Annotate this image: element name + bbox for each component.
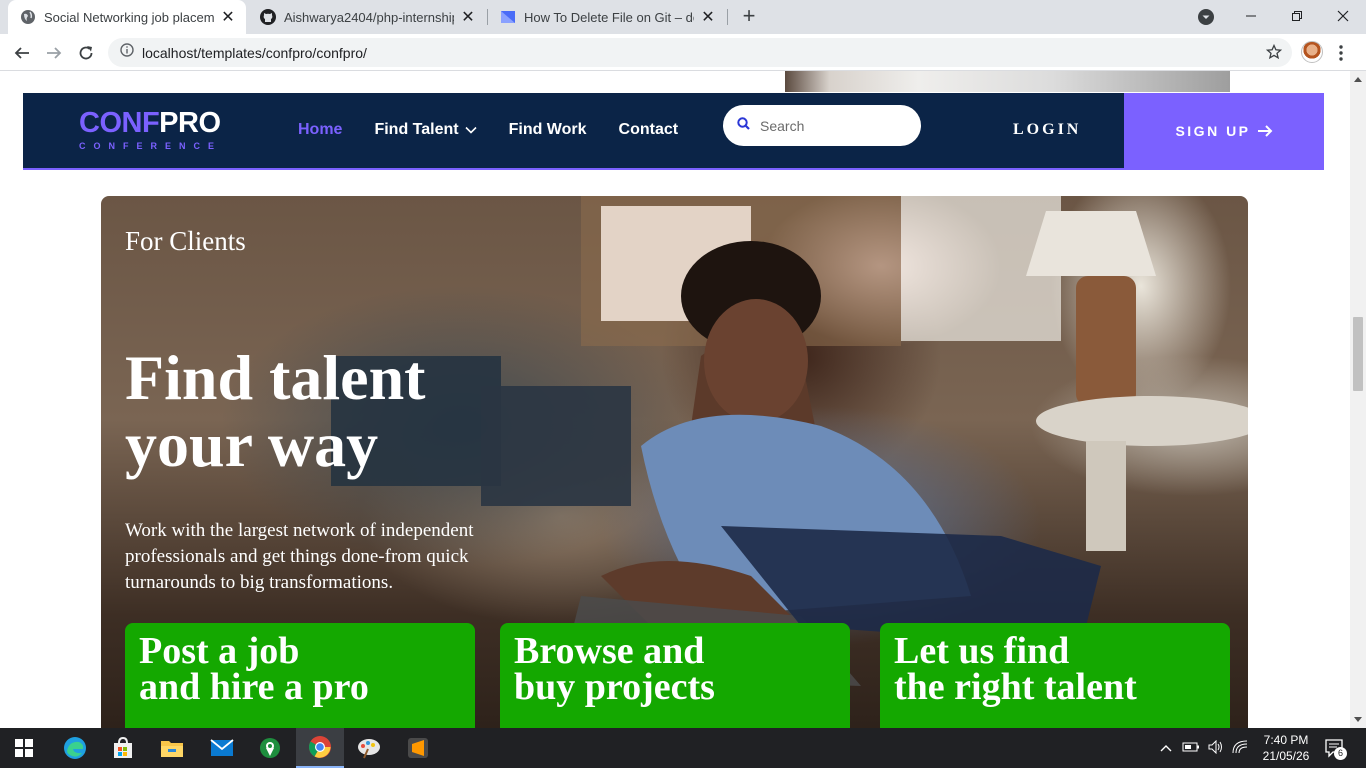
close-tab-icon[interactable]: ✕: [700, 9, 716, 26]
nav-find-talent[interactable]: Find Talent: [374, 121, 477, 139]
site-header: CONFPRO CONFERENCE Home Find Talent Find…: [23, 93, 1324, 170]
tab-title: Aishwarya2404/php-internship: [284, 9, 454, 25]
nav-find-work-label: Find Work: [508, 121, 587, 138]
edge-icon[interactable]: [51, 728, 99, 768]
hero-eyebrow: For Clients: [125, 226, 246, 256]
sublime-text-icon[interactable]: [394, 728, 442, 768]
volume-icon[interactable]: [1208, 739, 1224, 757]
tab-title: How To Delete File on Git – devc: [524, 9, 694, 25]
scroll-up-arrow-icon[interactable]: [1350, 71, 1366, 87]
logo-part1: CONF: [79, 107, 160, 139]
clock-time: 7:40 PM: [1263, 733, 1309, 747]
card-title-line2: the right talent: [894, 666, 1137, 708]
card-title-line1: Let us find: [894, 630, 1070, 672]
system-tray: [1160, 728, 1248, 768]
hero-title-line2: your way: [125, 409, 379, 480]
file-explorer-icon[interactable]: [148, 728, 196, 768]
signup-label: SIGN UP: [1175, 122, 1251, 139]
site-logo[interactable]: CONFPRO CONFERENCE: [79, 107, 223, 152]
tab-github[interactable]: Aishwarya2404/php-internship ✕: [248, 0, 486, 34]
tab-devconnected[interactable]: How To Delete File on Git – devc ✕: [488, 0, 726, 34]
login-link[interactable]: LOGIN: [1013, 121, 1081, 139]
card-title-line2: and hire a pro: [139, 666, 369, 708]
close-tab-icon[interactable]: ✕: [460, 9, 476, 26]
top-section-image: [785, 71, 1230, 92]
system-clock[interactable]: 7:40 PM 21/05/26: [1256, 732, 1316, 764]
profile-avatar[interactable]: [1301, 41, 1323, 63]
card-post-job[interactable]: Post a job and hire a pro: [125, 623, 475, 728]
hero-title-line1: Find talent: [125, 342, 426, 413]
tab-title: Social Networking job placement: [44, 9, 214, 25]
start-icon[interactable]: [0, 728, 48, 768]
network-icon[interactable]: [1232, 740, 1248, 757]
search-icon: [737, 116, 750, 135]
hero-banner: For Clients Find talent your way Work wi…: [101, 196, 1248, 728]
paint-icon[interactable]: [345, 728, 393, 768]
browser-tab-strip: Social Networking job placement ✕ Aishwa…: [0, 0, 1366, 34]
action-center-icon[interactable]: 6: [1324, 738, 1347, 760]
globe-icon: [20, 9, 36, 25]
signup-button[interactable]: SIGN UP: [1124, 93, 1324, 168]
card-title-line2: buy projects: [514, 666, 715, 708]
site-search-box[interactable]: [723, 105, 921, 146]
card-browse-projects[interactable]: Browse and buy projects: [500, 623, 850, 728]
restore-button[interactable]: [1274, 0, 1320, 32]
scroll-down-arrow-icon[interactable]: [1350, 712, 1366, 728]
search-input[interactable]: [760, 117, 900, 134]
scrollbar-thumb[interactable]: [1353, 317, 1363, 391]
tab-search-icon[interactable]: [1197, 8, 1215, 26]
battery-icon[interactable]: [1182, 741, 1200, 756]
card-find-talent[interactable]: Let us find the right talent: [880, 623, 1230, 728]
nav-home[interactable]: Home: [298, 121, 342, 139]
nav-find-work[interactable]: Find Work: [509, 121, 587, 139]
page-scrollbar[interactable]: [1350, 71, 1366, 728]
close-tab-icon[interactable]: ✕: [220, 9, 236, 26]
url-text: localhost/templates/confpro/confpro/: [142, 44, 367, 61]
chevron-down-icon: [465, 126, 477, 134]
minimize-button[interactable]: [1228, 0, 1274, 32]
close-window-button[interactable]: [1320, 0, 1366, 32]
page-viewport: CONFPRO CONFERENCE Home Find Talent Find…: [0, 71, 1350, 728]
maps-icon[interactable]: [246, 728, 294, 768]
notification-count: 6: [1334, 747, 1347, 760]
chrome-icon[interactable]: [296, 728, 344, 768]
browser-menu-icon[interactable]: [1338, 44, 1344, 62]
browser-toolbar: localhost/templates/confpro/confpro/: [0, 34, 1366, 71]
clock-date: 21/05/26: [1262, 749, 1310, 763]
site-info-icon[interactable]: [120, 43, 134, 62]
nav-contact[interactable]: Contact: [619, 121, 679, 139]
nav-home-label: Home: [298, 121, 343, 138]
card-title-line1: Post a job: [139, 630, 300, 672]
store-icon[interactable]: [99, 728, 147, 768]
reload-button[interactable]: [72, 39, 100, 67]
hero-cards: Post a job and hire a pro Browse and buy…: [125, 623, 1230, 728]
show-hidden-icons-icon[interactable]: [1160, 741, 1172, 755]
bookmark-star-icon[interactable]: [1265, 43, 1283, 65]
logo-tagline: CONFERENCE: [79, 141, 223, 151]
windows-taskbar: 7:40 PM 21/05/26 6: [0, 728, 1366, 768]
nav-find-talent-label: Find Talent: [374, 121, 459, 138]
devconnected-icon: [500, 9, 516, 25]
arrow-right-icon: [1257, 124, 1273, 137]
card-title-line1: Browse and: [514, 630, 705, 672]
tab-social-networking[interactable]: Social Networking job placement ✕: [8, 0, 246, 34]
address-bar[interactable]: localhost/templates/confpro/confpro/: [108, 38, 1292, 67]
new-tab-button[interactable]: +: [737, 5, 761, 29]
back-button[interactable]: [8, 39, 36, 67]
github-icon: [260, 9, 276, 25]
nav-contact-label: Contact: [618, 121, 679, 138]
main-menu: Home Find Talent Find Work Contact: [298, 121, 710, 139]
hero-subtitle: Work with the largest network of indepen…: [125, 520, 474, 593]
logo-part2: PRO: [159, 107, 221, 139]
tab-separator: [727, 9, 728, 25]
hero-title: Find talent your way: [125, 344, 585, 478]
forward-button[interactable]: [40, 39, 68, 67]
mail-icon[interactable]: [198, 728, 246, 768]
